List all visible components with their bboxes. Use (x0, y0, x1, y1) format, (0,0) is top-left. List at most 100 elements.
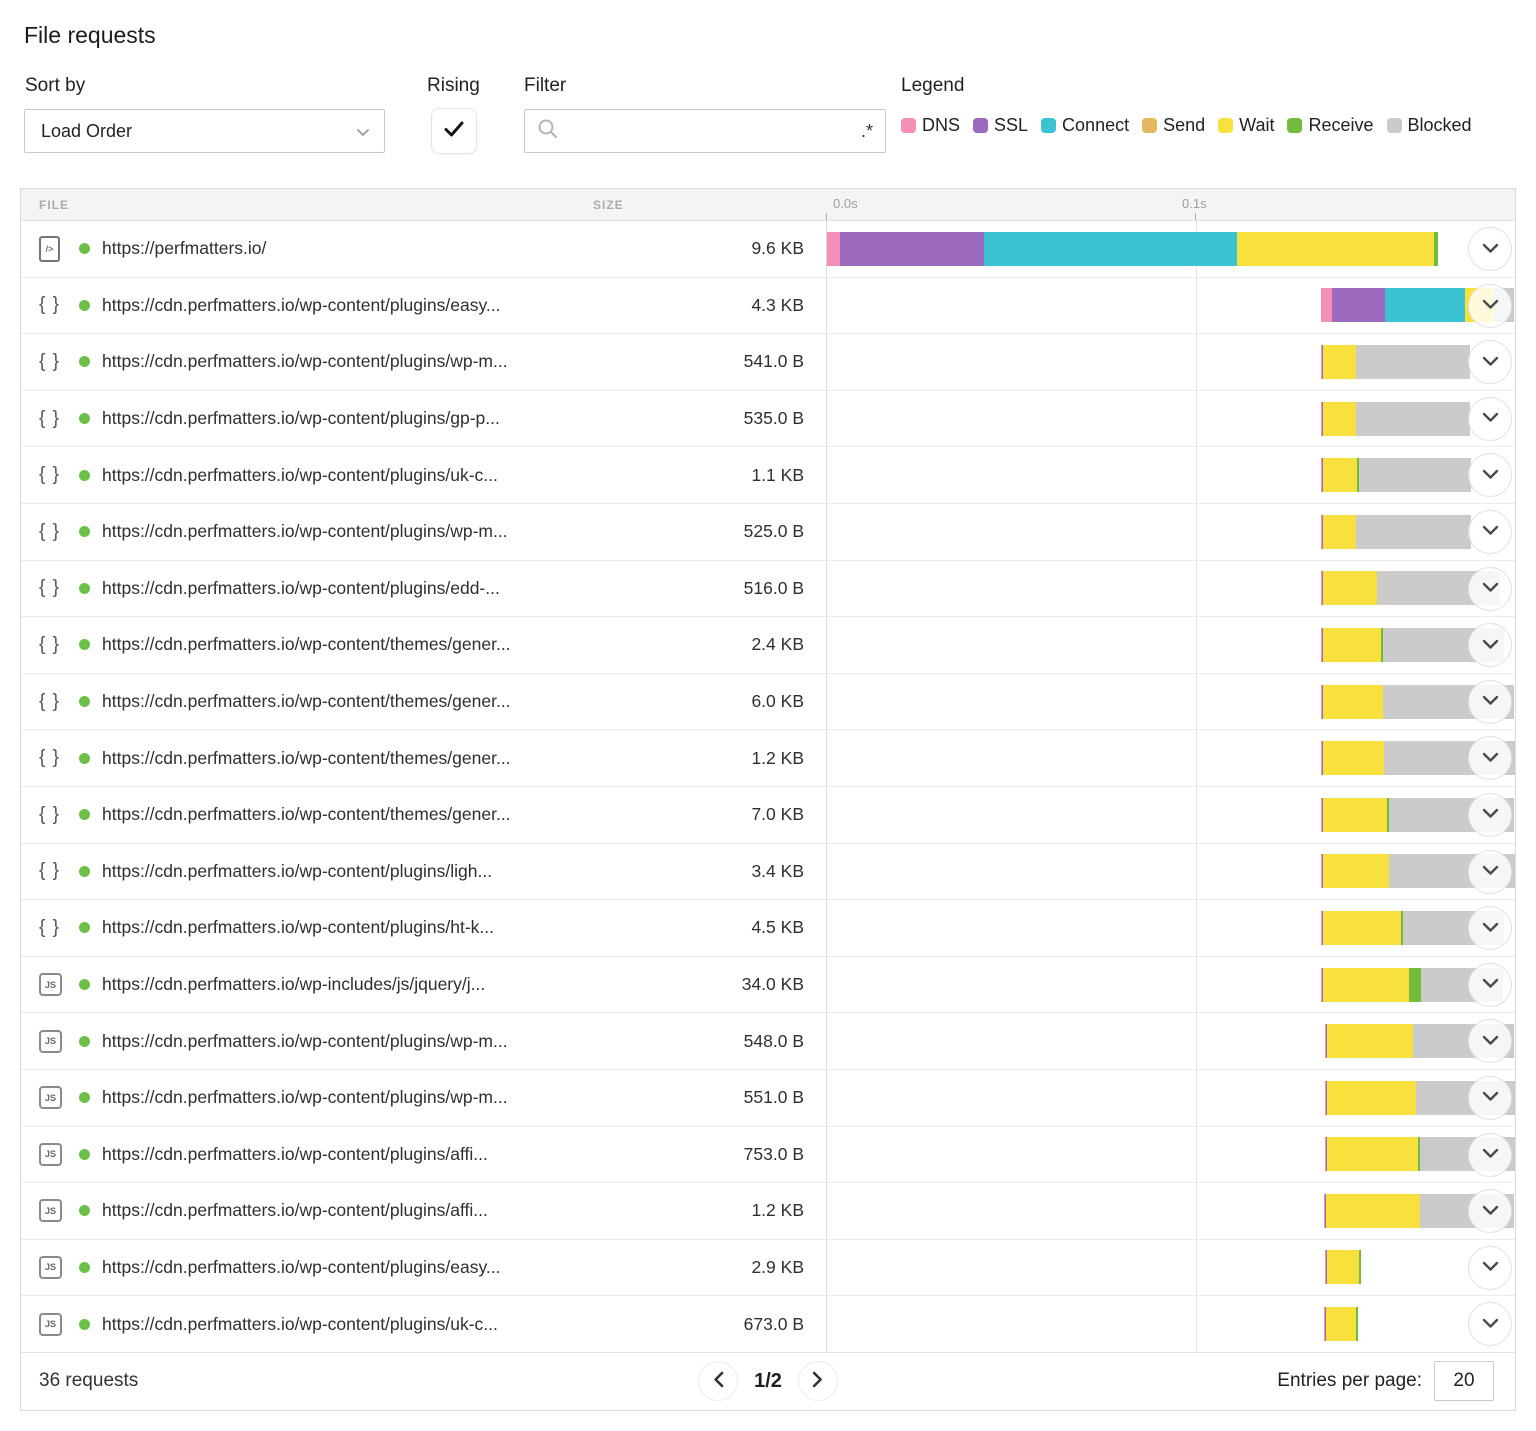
previous-page-button[interactable] (698, 1361, 738, 1401)
waterfall-bar (827, 232, 1438, 266)
timeline-cell (826, 1183, 1515, 1239)
legend-item-dns: DNS (901, 115, 960, 136)
request-size: 9.6 KB (684, 238, 804, 259)
axis-tick-mark (826, 213, 827, 220)
waterfall-segment-wait (1237, 232, 1434, 266)
waterfall-segment-wait (1327, 1024, 1413, 1058)
waterfall-segment-wait (1323, 968, 1409, 1002)
request-size: 516.0 B (684, 578, 804, 599)
expand-row-button[interactable] (1468, 284, 1512, 328)
timeline-gridline (1196, 730, 1197, 786)
expand-row-button[interactable] (1468, 1189, 1512, 1233)
status-dot (79, 300, 90, 311)
legend-item-label: Send (1163, 115, 1205, 136)
status-dot (79, 413, 90, 424)
file-cell: JShttps://cdn.perfmatters.io/wp-content/… (21, 1183, 826, 1239)
expand-row-button[interactable] (1468, 1019, 1512, 1063)
expand-row-button[interactable] (1468, 1246, 1512, 1290)
waterfall-segment-receive (1359, 1250, 1361, 1284)
request-size: 3.4 KB (684, 861, 804, 882)
table-row: { }https://cdn.perfmatters.io/wp-content… (21, 617, 1515, 674)
request-url: https://cdn.perfmatters.io/wp-content/pl… (102, 861, 684, 882)
requests-count: 36 requests (39, 1370, 138, 1392)
rising-checkbox[interactable] (431, 108, 477, 154)
file-cell: { }https://cdn.perfmatters.io/wp-content… (21, 391, 826, 447)
sort-by-select[interactable]: Load Order (24, 109, 385, 153)
legend-label: Legend (901, 75, 964, 97)
entries-per-page-input[interactable] (1434, 1361, 1494, 1401)
css-file-icon: { } (39, 860, 60, 882)
expand-row-button[interactable] (1468, 453, 1512, 497)
table-row: { }https://cdn.perfmatters.io/wp-content… (21, 278, 1515, 335)
file-cell: { } https://cdn.perfmatters.io/wp-content… (21, 844, 826, 900)
html-file-icon: /> (39, 236, 60, 262)
file-cell: { }https://cdn.perfmatters.io/wp-content… (21, 900, 826, 956)
status-dot (79, 1149, 90, 1160)
chevron-down-icon (1482, 864, 1499, 879)
file-cell: { }https://cdn.perfmatters.io/wp-content… (21, 674, 826, 730)
timeline-gridline (1196, 674, 1197, 730)
legend-item-receive: Receive (1287, 115, 1373, 136)
chevron-right-icon (812, 1371, 823, 1391)
expand-row-button[interactable] (1468, 397, 1512, 441)
expand-row-button[interactable] (1468, 963, 1512, 1007)
expand-row-button[interactable] (1468, 1133, 1512, 1177)
waterfall-segment-wait (1323, 571, 1377, 605)
waterfall-segment-wait (1323, 685, 1383, 719)
waterfall-segment-receive (1356, 1307, 1358, 1341)
waterfall-segment-wait (1327, 1137, 1418, 1171)
table-row: JShttps://cdn.perfmatters.io/wp-content/… (21, 1240, 1515, 1297)
waterfall-segment-wait (1327, 1250, 1359, 1284)
expand-row-button[interactable] (1468, 623, 1512, 667)
timeline-cell (826, 1013, 1515, 1069)
request-size: 7.0 KB (684, 804, 804, 825)
legend-item-ssl: SSL (973, 115, 1028, 136)
filter-input[interactable] (566, 121, 861, 142)
waterfall-segment-dns (1321, 288, 1332, 322)
expand-row-button[interactable] (1468, 1302, 1512, 1346)
waterfall-segment-blocked (1356, 515, 1471, 549)
chevron-down-icon (1482, 468, 1499, 483)
next-page-button[interactable] (798, 1361, 838, 1401)
timeline-cell (826, 447, 1515, 503)
expand-row-button[interactable] (1468, 510, 1512, 554)
request-rows: />https://perfmatters.io/9.6 KB{ }https:… (21, 221, 1515, 1353)
expand-row-button[interactable] (1468, 906, 1512, 950)
expand-row-button[interactable] (1468, 680, 1512, 724)
axis-tick-mark (1195, 213, 1196, 220)
timeline-gridline (1196, 1127, 1197, 1183)
timeline-gridline (1196, 844, 1197, 900)
js-file-icon: JS (39, 1143, 62, 1166)
expand-row-button[interactable] (1468, 340, 1512, 384)
table-row: { }https://cdn.perfmatters.io/wp-content… (21, 674, 1515, 731)
expand-row-button[interactable] (1468, 850, 1512, 894)
request-url: https://cdn.perfmatters.io/wp-content/th… (102, 634, 684, 655)
legend-swatch (1041, 118, 1056, 133)
expand-row-button[interactable] (1468, 567, 1512, 611)
expand-row-button[interactable] (1468, 1076, 1512, 1120)
timeline-cell (826, 334, 1515, 390)
css-file-icon: { } (39, 747, 60, 769)
status-dot (79, 753, 90, 764)
expand-row-button[interactable] (1468, 793, 1512, 837)
table-row: { }https://cdn.perfmatters.io/wp-content… (21, 334, 1515, 391)
timeline-gridline (1196, 504, 1197, 560)
timeline-gridline (1196, 787, 1197, 843)
css-file-icon: { } (39, 691, 60, 713)
checkmark-icon (443, 120, 465, 143)
request-url: https://cdn.perfmatters.io/wp-includes/j… (102, 974, 684, 995)
table-row: JShttps://cdn.perfmatters.io/wp-content/… (21, 1183, 1515, 1240)
timeline-cell (826, 221, 1515, 277)
table-row: { }https://cdn.perfmatters.io/wp-content… (21, 787, 1515, 844)
timeline-cell (826, 391, 1515, 447)
table-row: JShttps://cdn.perfmatters.io/wp-includes… (21, 957, 1515, 1014)
table-row: JShttps://cdn.perfmatters.io/wp-content/… (21, 1127, 1515, 1184)
expand-row-button[interactable] (1468, 227, 1512, 271)
chevron-down-icon (1482, 751, 1499, 766)
status-dot (79, 1205, 90, 1216)
request-size: 541.0 B (684, 351, 804, 372)
legend-item-label: Blocked (1408, 115, 1472, 136)
waterfall-segment-wait (1326, 1307, 1356, 1341)
timeline-cell (826, 1240, 1515, 1296)
status-dot (79, 526, 90, 537)
